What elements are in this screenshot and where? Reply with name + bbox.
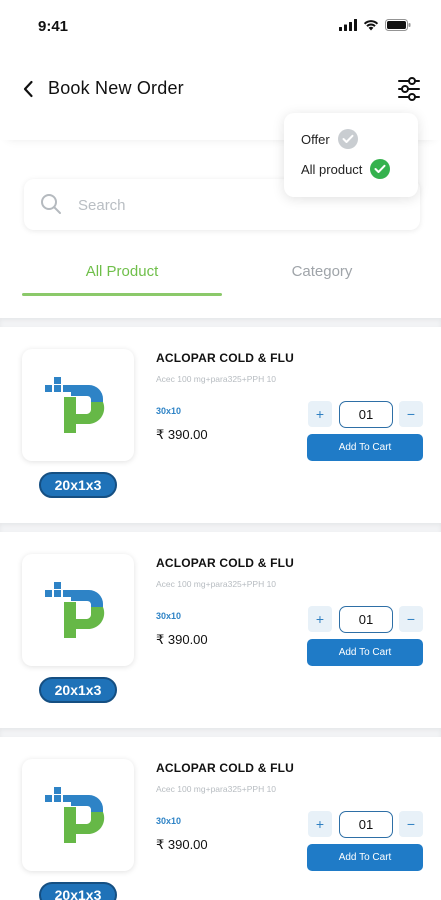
- pack-badge: 20x1x3: [39, 472, 117, 498]
- quantity-field[interactable]: 01: [339, 401, 393, 428]
- page-title: Book New Order: [48, 78, 184, 98]
- product-name: ACLOPAR COLD & FLU: [156, 761, 295, 775]
- quantity-increase-button[interactable]: +: [308, 811, 332, 837]
- tab-all-product[interactable]: All Product: [22, 263, 222, 280]
- add-to-cart-button[interactable]: Add To Cart: [307, 639, 423, 666]
- product-image: [22, 349, 134, 461]
- product-card: 20x1x3 ACLOPAR COLD & FLU Acec 100 mg+pa…: [0, 327, 441, 523]
- product-pack-size: 30x10: [156, 816, 182, 826]
- filter-button[interactable]: [395, 74, 423, 104]
- card-divider: [0, 523, 441, 532]
- product-image: [22, 759, 134, 871]
- cellular-signal-icon: [339, 19, 357, 31]
- wifi-icon: [363, 20, 379, 31]
- tab-bar: All Product Category: [0, 255, 441, 299]
- card-divider: [0, 318, 441, 327]
- product-price: ₹ 390.00: [156, 632, 208, 647]
- check-circle-icon: [337, 129, 358, 149]
- product-composition: Acec 100 mg+para325+PPH 10: [156, 784, 277, 794]
- status-time: 9:41: [38, 18, 69, 35]
- status-bar: 9:41: [0, 0, 441, 56]
- product-composition: Acec 100 mg+para325+PPH 10: [156, 374, 277, 384]
- quantity-field[interactable]: 01: [339, 606, 393, 633]
- active-tab-indicator: [22, 293, 222, 296]
- filter-option-label: All product: [301, 161, 363, 177]
- product-image: [22, 554, 134, 666]
- pack-badge: 20x1x3: [39, 677, 117, 703]
- tab-category[interactable]: Category: [222, 263, 422, 280]
- card-divider: [0, 728, 441, 737]
- product-composition: Acec 100 mg+para325+PPH 10: [156, 579, 277, 589]
- quantity-increase-button[interactable]: +: [308, 401, 332, 427]
- quantity-decrease-button[interactable]: −: [399, 606, 423, 632]
- product-price: ₹ 390.00: [156, 427, 208, 442]
- filter-option-label: Offer: [301, 131, 330, 147]
- quantity-field[interactable]: 01: [339, 811, 393, 838]
- pharma-logo-icon: [45, 582, 105, 638]
- add-to-cart-button[interactable]: Add To Cart: [307, 844, 423, 871]
- add-to-cart-button[interactable]: Add To Cart: [307, 434, 423, 461]
- quantity-increase-button[interactable]: +: [308, 606, 332, 632]
- quantity-decrease-button[interactable]: −: [399, 811, 423, 837]
- pack-badge: 20x1x3: [39, 882, 117, 900]
- quantity-decrease-button[interactable]: −: [399, 401, 423, 427]
- pharma-logo-icon: [45, 377, 105, 433]
- product-name: ACLOPAR COLD & FLU: [156, 351, 295, 365]
- check-circle-icon: [370, 159, 391, 179]
- sliders-icon: [398, 77, 420, 101]
- product-pack-size: 30x10: [156, 406, 182, 416]
- battery-icon: [385, 19, 411, 31]
- filter-dropdown: Offer All product: [284, 113, 418, 197]
- product-list: 20x1x3 ACLOPAR COLD & FLU Acec 100 mg+pa…: [0, 318, 441, 900]
- filter-option-offer[interactable]: Offer: [301, 129, 358, 149]
- product-pack-size: 30x10: [156, 611, 182, 621]
- product-price: ₹ 390.00: [156, 837, 208, 852]
- product-name: ACLOPAR COLD & FLU: [156, 556, 295, 570]
- product-card: 20x1x3 ACLOPAR COLD & FLU Acec 100 mg+pa…: [0, 737, 441, 900]
- filter-option-all-product[interactable]: All product: [301, 159, 391, 179]
- chevron-left-icon: [23, 80, 33, 98]
- status-icons: [339, 19, 411, 31]
- product-card: 20x1x3 ACLOPAR COLD & FLU Acec 100 mg+pa…: [0, 532, 441, 728]
- search-icon: [41, 194, 61, 214]
- pharma-logo-icon: [45, 787, 105, 843]
- back-button[interactable]: [16, 76, 40, 102]
